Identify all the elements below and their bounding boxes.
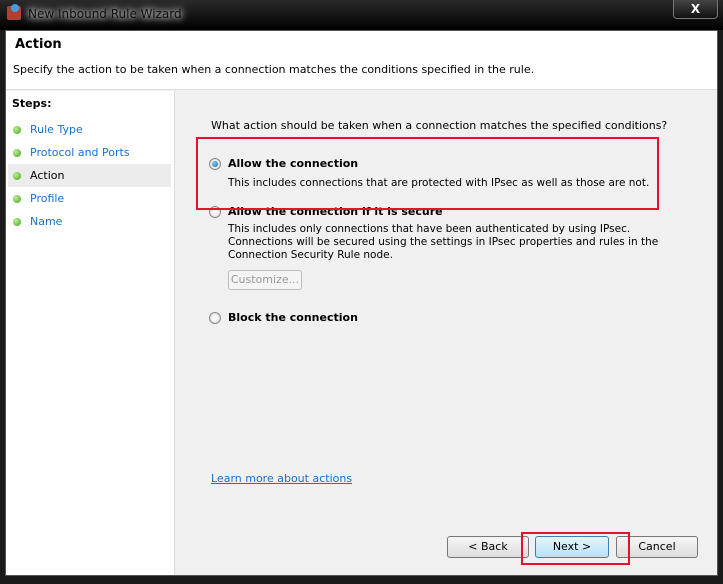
block-label[interactable]: Block the connection xyxy=(228,311,358,324)
firewall-icon xyxy=(7,4,21,20)
header: Action Specify the action to be taken wh… xyxy=(6,31,717,90)
learn-more-link[interactable]: Learn more about actions xyxy=(211,472,352,485)
steps-panel: Steps: Rule Type Protocol and Ports Acti… xyxy=(6,91,175,575)
status-dot-icon xyxy=(13,126,21,134)
status-dot-icon xyxy=(13,172,21,180)
highlight-box xyxy=(521,532,630,565)
customize-button[interactable]: Customize... xyxy=(228,270,302,290)
step-protocol-and-ports[interactable]: Protocol and Ports xyxy=(8,141,171,164)
wizard-body: Action Specify the action to be taken wh… xyxy=(5,30,718,576)
highlight-box xyxy=(196,137,659,210)
step-label: Profile xyxy=(30,192,65,205)
status-dot-icon xyxy=(13,149,21,157)
step-action[interactable]: Action xyxy=(8,164,171,187)
close-button[interactable]: X xyxy=(673,0,718,19)
step-label: Protocol and Ports xyxy=(30,146,130,159)
back-button[interactable]: < Back xyxy=(447,536,529,558)
step-label: Name xyxy=(30,215,63,228)
window-title: New Inbound Rule Wizard xyxy=(28,7,182,21)
block-radio[interactable] xyxy=(209,312,221,324)
step-rule-type[interactable]: Rule Type xyxy=(8,118,171,141)
step-label: Action xyxy=(30,169,65,182)
status-dot-icon xyxy=(13,195,21,203)
status-dot-icon xyxy=(13,218,21,226)
step-name[interactable]: Name xyxy=(8,210,171,233)
title-bar: New Inbound Rule Wizard X xyxy=(0,0,723,30)
steps-heading: Steps: xyxy=(12,97,52,110)
allow-secure-description: This includes only connections that have… xyxy=(228,223,659,261)
step-label: Rule Type xyxy=(30,123,83,136)
question-text: What action should be taken when a conne… xyxy=(211,119,668,132)
page-description: Specify the action to be taken when a co… xyxy=(13,63,535,76)
page-title: Action xyxy=(15,37,62,52)
step-profile[interactable]: Profile xyxy=(8,187,171,210)
